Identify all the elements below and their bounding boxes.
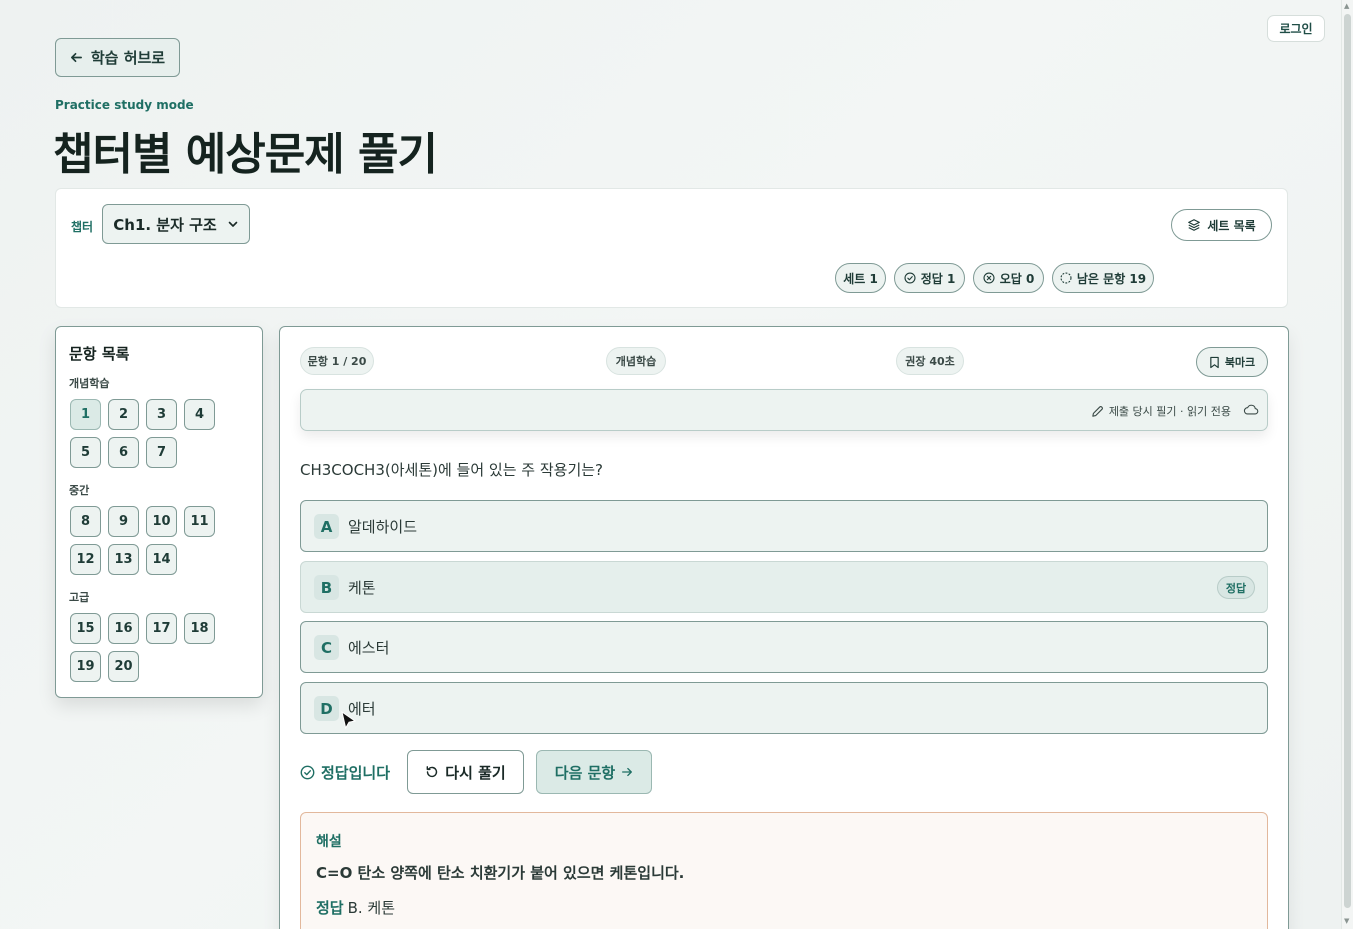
- back-to-hub-button[interactable]: 학습 허브로: [55, 38, 180, 77]
- notes-status-label: 제출 당시 필기 · 읽기 전용: [1108, 405, 1231, 418]
- page-title: 챕터별 예상문제 풀기: [53, 129, 438, 180]
- scrollbar-thumb[interactable]: [1344, 14, 1351, 908]
- level-chip: 개념학습: [606, 347, 666, 375]
- question-number-button[interactable]: 19: [70, 651, 101, 682]
- option-letter: C: [314, 635, 339, 660]
- explanation-card: 해설 C=O 탄소 양쪽에 탄소 치환기가 붙어 있으면 케톤입니다. 정답 B.…: [300, 812, 1268, 929]
- rotate-ccw-icon: [426, 766, 438, 778]
- question-number-button[interactable]: 5: [70, 437, 101, 468]
- set-pill: 세트 1: [835, 263, 886, 293]
- remaining-count-label: 남은 문항 19: [1076, 271, 1147, 286]
- answer-option-d[interactable]: D 에터: [300, 682, 1268, 734]
- answer-option-b[interactable]: B 케톤 정답: [300, 561, 1268, 613]
- question-number-button[interactable]: 18: [184, 613, 215, 644]
- group-label-advanced: 고급: [69, 591, 90, 604]
- answer-option-c[interactable]: C 에스터: [300, 621, 1268, 673]
- scroll-down-icon[interactable]: ▼: [1344, 917, 1349, 925]
- retry-label: 다시 풀기: [445, 763, 506, 782]
- question-number-button[interactable]: 1: [70, 399, 101, 430]
- answer-option-a[interactable]: A 알데하이드: [300, 500, 1268, 552]
- option-letter: A: [314, 514, 339, 539]
- notes-status: 제출 당시 필기 · 읽기 전용: [1091, 403, 1231, 419]
- group-label-intermediate: 중간: [69, 484, 90, 497]
- option-text: 케톤: [348, 579, 376, 597]
- chapter-select-value: Ch1. 분자 구조: [113, 215, 217, 234]
- correct-count-pill: 정답 1: [894, 263, 965, 293]
- sidebar-title: 문항 목록: [69, 345, 130, 363]
- explanation-body: C=O 탄소 양쪽에 탄소 치환기가 붙어 있으면 케톤입니다.: [316, 864, 685, 882]
- progress-chip: 문항 1 / 20: [300, 347, 374, 375]
- option-text: 에스터: [348, 639, 390, 657]
- answer-label: 정답: [316, 899, 344, 917]
- question-number-button[interactable]: 13: [108, 544, 139, 575]
- cloud-icon: [1243, 404, 1259, 415]
- question-number-button[interactable]: 17: [146, 613, 177, 644]
- dashed-circle-icon: [1060, 272, 1072, 284]
- pencil-icon: [1092, 405, 1103, 417]
- correct-answer-badge: 정답: [1217, 576, 1255, 599]
- result-status: 정답입니다: [300, 762, 390, 783]
- progress-label: 문항 1 / 20: [307, 355, 367, 368]
- arrow-left-icon: [70, 52, 82, 63]
- next-question-button[interactable]: 다음 문항: [536, 750, 652, 794]
- group-label-basic: 개념학습: [69, 377, 110, 390]
- question-number-button[interactable]: 20: [108, 651, 139, 682]
- notes-bar: 제출 당시 필기 · 읽기 전용: [300, 389, 1268, 431]
- bookmark-icon: [1210, 356, 1219, 368]
- bookmark-label: 북마크: [1224, 356, 1256, 369]
- check-circle-icon: [300, 765, 315, 780]
- remaining-count-pill: 남은 문항 19: [1052, 263, 1154, 293]
- set-list-label: 세트 목록: [1207, 218, 1256, 233]
- wrong-count-pill: 오답 0: [973, 263, 1044, 293]
- layers-icon: [1188, 219, 1201, 231]
- chapter-select[interactable]: Ch1. 분자 구조: [102, 204, 250, 244]
- page-scrollbar[interactable]: ▲ ▼: [1341, 0, 1353, 929]
- chevron-down-icon: [228, 221, 238, 227]
- chapter-label: 챕터: [71, 220, 94, 234]
- set-list-button[interactable]: 세트 목록: [1171, 209, 1272, 241]
- check-circle-icon: [904, 272, 916, 284]
- question-list-sidebar: 문항 목록 개념학습 1 2 3 4 5 6 7 중간 8 9 10 11 12…: [55, 326, 263, 698]
- question-number-button[interactable]: 8: [70, 506, 101, 537]
- arrow-right-icon: [622, 767, 633, 777]
- question-number-button[interactable]: 12: [70, 544, 101, 575]
- page-subtitle: Practice study mode: [55, 98, 194, 112]
- question-number-button[interactable]: 10: [146, 506, 177, 537]
- x-circle-icon: [983, 272, 995, 284]
- correct-count-label: 정답 1: [920, 271, 956, 286]
- bookmark-button[interactable]: 북마크: [1196, 347, 1268, 377]
- question-text: CH3COCH3(아세톤)에 들어 있는 주 작용기는?: [300, 461, 604, 479]
- question-number-button[interactable]: 11: [184, 506, 215, 537]
- option-text: 알데하이드: [348, 518, 418, 536]
- login-button[interactable]: 로그인: [1267, 15, 1325, 42]
- chapter-filter-card: 챕터 Ch1. 분자 구조 세트 목록 세트 1 정답 1 오답 0 남은 문항…: [55, 188, 1288, 308]
- question-number-button[interactable]: 3: [146, 399, 177, 430]
- question-number-button[interactable]: 4: [184, 399, 215, 430]
- option-letter: D: [314, 696, 339, 721]
- answer-value: B. 케톤: [347, 899, 396, 917]
- option-letter: B: [314, 575, 339, 600]
- mouse-cursor-icon: [341, 710, 357, 730]
- question-number-button[interactable]: 6: [108, 437, 139, 468]
- result-status-label: 정답입니다: [321, 764, 391, 782]
- scroll-up-icon[interactable]: ▲: [1344, 2, 1349, 10]
- explanation-title: 해설: [316, 834, 342, 850]
- question-number-button[interactable]: 14: [146, 544, 177, 575]
- back-button-label: 학습 허브로: [90, 49, 166, 67]
- question-card: 문항 1 / 20 개념학습 권장 40초 북마크 제출 당시 필기 · 읽기 …: [279, 326, 1289, 929]
- level-label: 개념학습: [615, 355, 657, 368]
- question-number-button[interactable]: 15: [70, 613, 101, 644]
- question-number-button[interactable]: 7: [146, 437, 177, 468]
- answer-line: 정답 B. 케톤: [316, 897, 395, 918]
- question-number-button[interactable]: 9: [108, 506, 139, 537]
- recommended-time-label: 권장 40초: [905, 355, 955, 368]
- question-number-button[interactable]: 2: [108, 399, 139, 430]
- recommended-time-chip: 권장 40초: [896, 347, 964, 375]
- next-question-label: 다음 문항: [554, 763, 616, 782]
- set-pill-label: 세트 1: [843, 271, 878, 286]
- question-number-button[interactable]: 16: [108, 613, 139, 644]
- retry-button[interactable]: 다시 풀기: [407, 750, 524, 794]
- wrong-count-label: 오답 0: [999, 271, 1035, 286]
